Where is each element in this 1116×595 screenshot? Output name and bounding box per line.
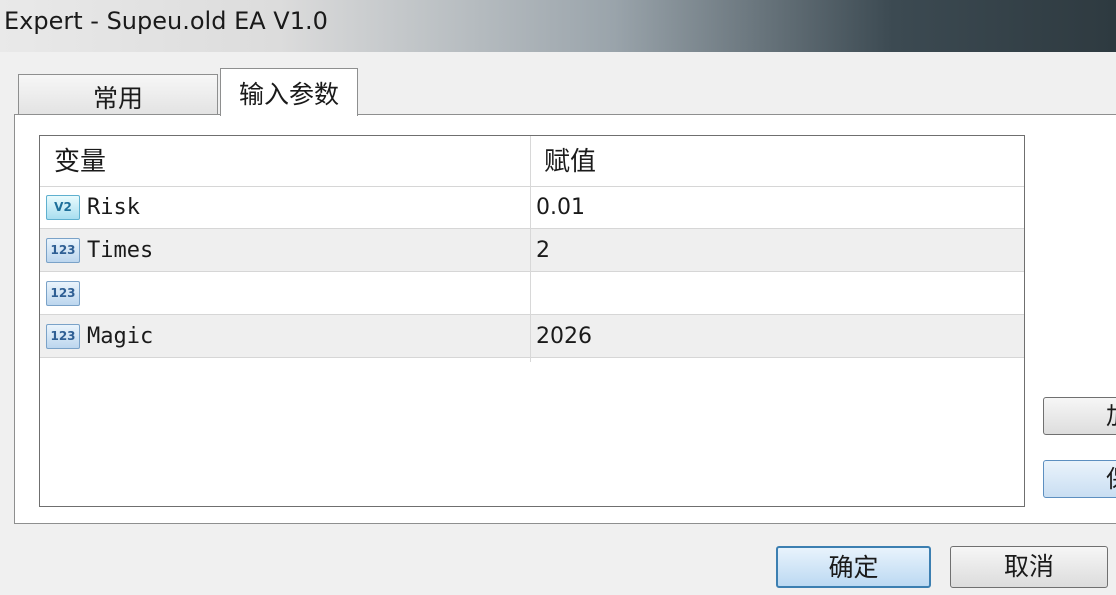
inputs-tab-panel: 变量 赋值 V2 Risk 0.01 123 Times 2 123 123 M… — [14, 114, 1116, 524]
tab-inputs-label: 输入参数 — [238, 80, 339, 109]
integer-type-icon: 123 — [46, 281, 80, 306]
title-bar[interactable]: Expert - Supeu.old EA V1.0 — [0, 0, 1116, 52]
tab-inputs[interactable]: 输入参数 — [220, 68, 358, 116]
parameter-name: Magic — [87, 324, 154, 349]
integer-type-icon: 123 — [46, 238, 80, 263]
load-button[interactable]: 加 — [1043, 397, 1116, 435]
integer-type-icon: 123 — [46, 324, 80, 349]
table-row[interactable]: V2 Risk 0.01 — [40, 186, 1024, 229]
table-row[interactable]: 123 — [40, 272, 1024, 315]
parameter-value[interactable]: 2026 — [536, 315, 592, 359]
save-button[interactable]: 保 — [1043, 460, 1116, 498]
column-separator[interactable] — [530, 136, 531, 362]
parameter-name: Risk — [87, 195, 140, 220]
column-header-value[interactable]: 赋值 — [544, 136, 596, 186]
window-title: Expert - Supeu.old EA V1.0 — [4, 7, 328, 35]
parameter-value[interactable]: 2 — [536, 229, 550, 273]
table-row[interactable]: 123 Magic 2026 — [40, 315, 1024, 358]
parameter-value[interactable]: 0.01 — [536, 186, 585, 230]
parameter-name: Times — [87, 238, 154, 263]
grid-header: 变量 赋值 — [40, 136, 1024, 187]
table-row[interactable]: 123 Times 2 — [40, 229, 1024, 272]
dialog-client-area: 常用 输入参数 变量 赋值 V2 Risk 0.01 123 Times 2 1… — [0, 52, 1116, 595]
cancel-button[interactable]: 取消 — [950, 546, 1108, 588]
double-type-icon: V2 — [46, 195, 80, 220]
column-header-variable[interactable]: 变量 — [54, 136, 106, 186]
ok-button[interactable]: 确定 — [776, 546, 931, 588]
tab-common-label: 常用 — [92, 84, 143, 113]
parameters-grid: 变量 赋值 V2 Risk 0.01 123 Times 2 123 123 M… — [39, 135, 1025, 507]
expert-properties-dialog: Expert - Supeu.old EA V1.0 常用 输入参数 变量 赋值… — [0, 0, 1116, 595]
tab-common[interactable]: 常用 — [18, 74, 218, 114]
